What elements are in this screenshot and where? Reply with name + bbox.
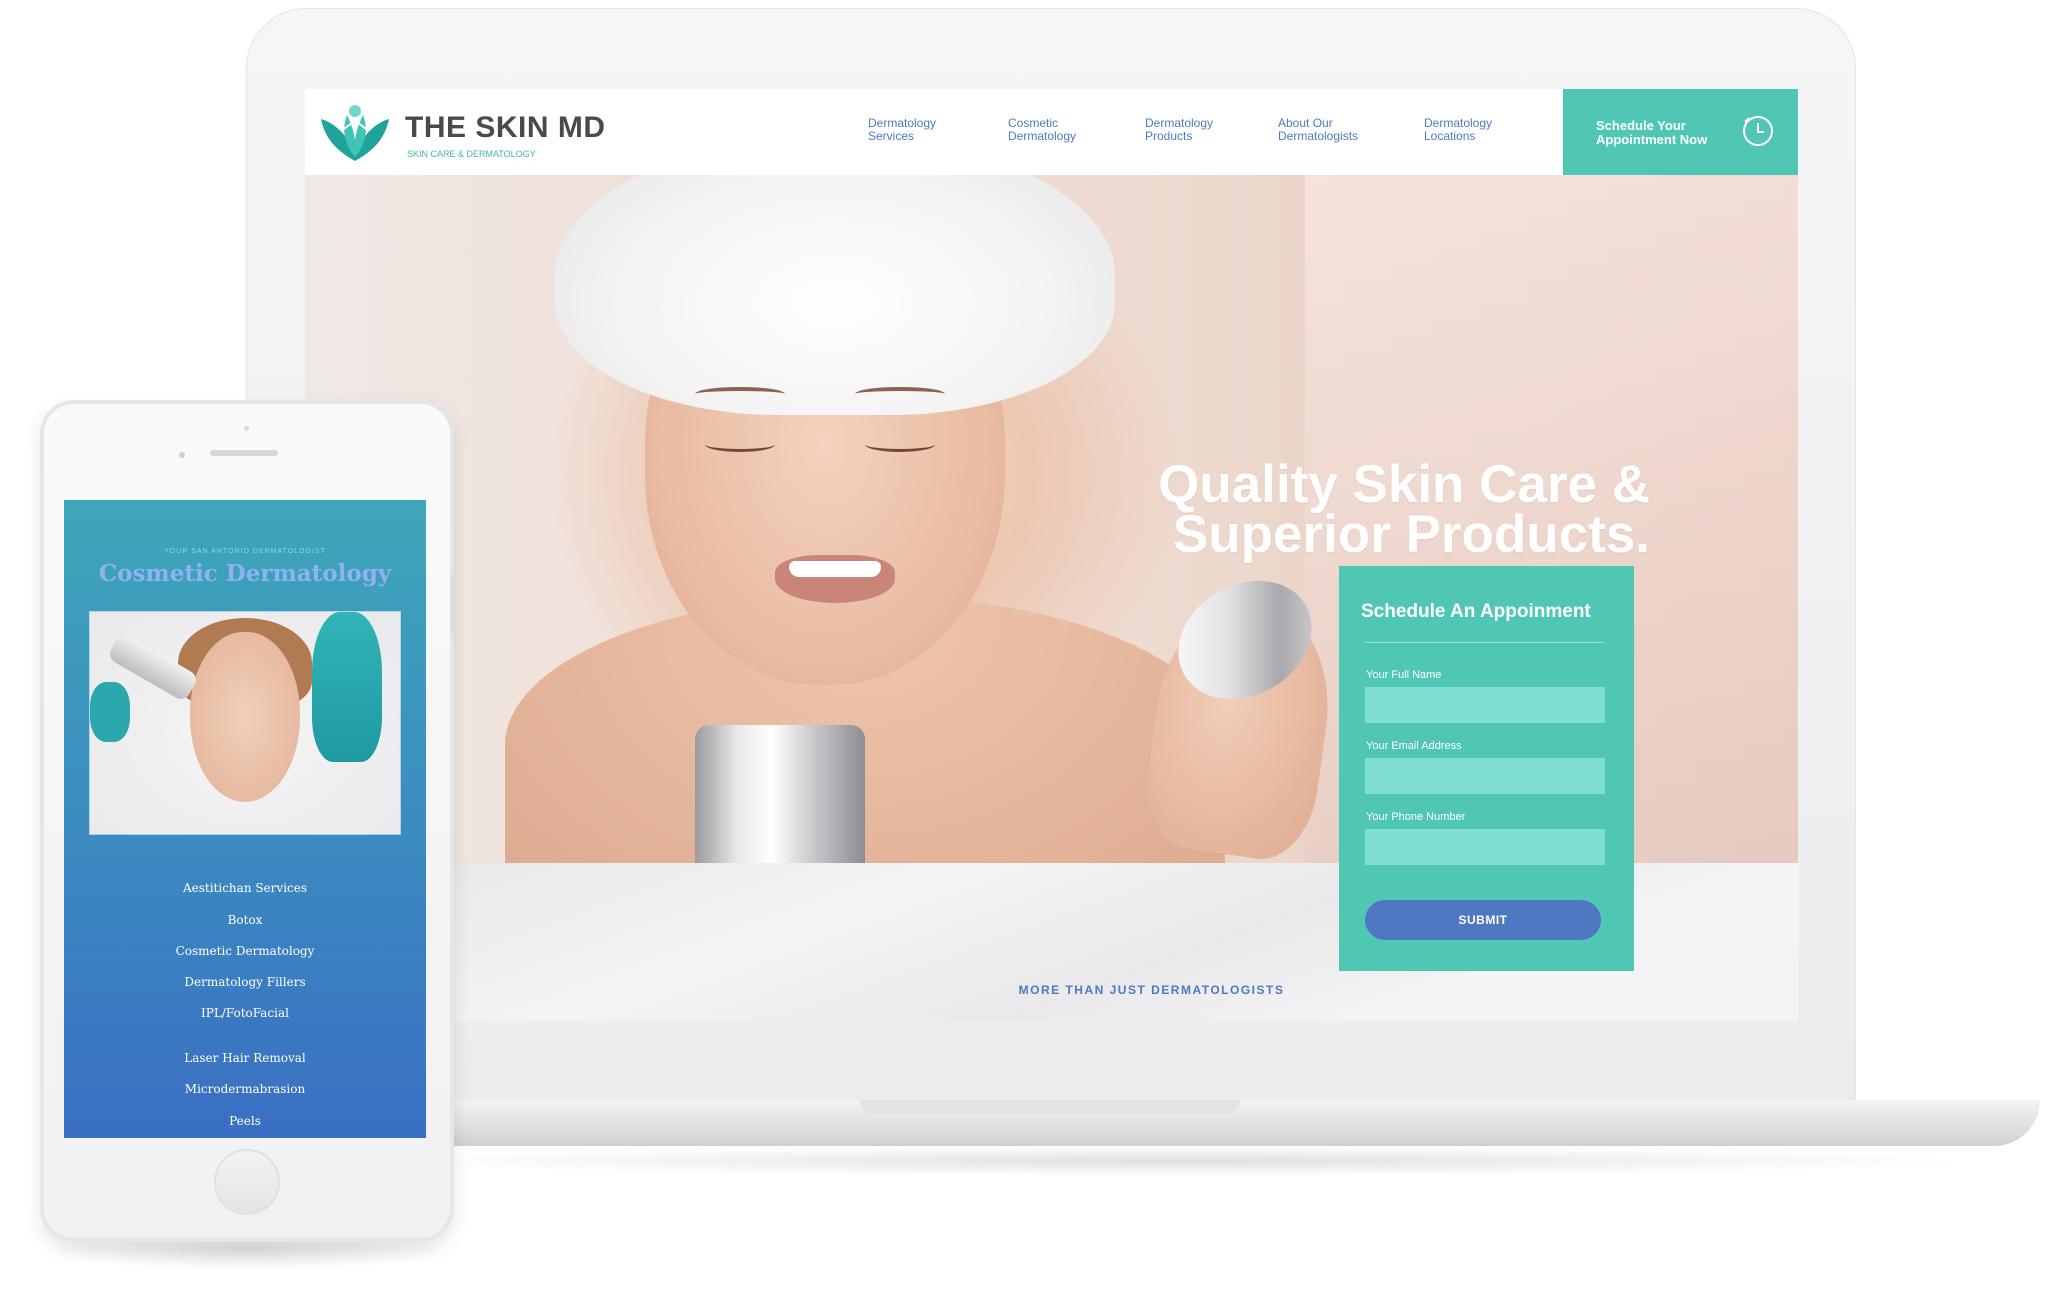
schedule-appointment-button[interactable]: Schedule Your Appointment Now — [1563, 89, 1798, 175]
nav-cosmetic-dermatology[interactable]: Cosmetic Dermatology — [1008, 117, 1118, 143]
logo-name: THE SKIN MD — [405, 111, 606, 144]
phone-label: Your Phone Number — [1366, 811, 1466, 823]
mobile-hero-photo — [90, 612, 400, 834]
section-tagline: MORE THAN JUST DERMATOLOGISTS — [1018, 983, 1285, 997]
appointment-form: Schedule An Appoinment Your Full Name Yo… — [1339, 566, 1634, 971]
phone-speaker — [210, 450, 278, 456]
phone-side-button — [450, 574, 454, 634]
mobile-eyebrow: YOUR SAN ANTONIO DERMATOLOGIST — [164, 548, 326, 555]
service-link[interactable]: Cosmetic Dermatology — [64, 944, 426, 958]
form-title: Schedule An Appoinment — [1361, 601, 1591, 622]
laptop-notch — [860, 1100, 1240, 1114]
model-towel — [555, 175, 1115, 415]
photo-face — [190, 632, 300, 802]
service-link[interactable]: Botox — [64, 913, 426, 927]
clock-icon — [1743, 116, 1773, 146]
full-name-label: Your Full Name — [1366, 669, 1442, 681]
email-field[interactable] — [1365, 758, 1605, 794]
phone-home-button[interactable] — [214, 1149, 280, 1215]
model-brow-left — [695, 387, 785, 401]
model-eye-right — [865, 437, 935, 452]
cream-jar — [695, 725, 865, 863]
model-teeth — [789, 561, 881, 577]
nav-dermatology-locations[interactable]: Dermatology Locations — [1424, 117, 1534, 143]
nav-about-dermatologists[interactable]: About Our Dermatologists — [1278, 117, 1388, 143]
phone-field[interactable] — [1365, 829, 1605, 865]
lotus-logo-icon — [321, 105, 389, 161]
email-label: Your Email Address — [1366, 740, 1462, 752]
phone-screen: YOUR SAN ANTONIO DERMATOLOGIST Cosmetic … — [64, 500, 426, 1138]
site-header: THE SKIN MD SKIN CARE & DERMATOLOGY Derm… — [305, 89, 1798, 175]
logo-tagline: SKIN CARE & DERMATOLOGY — [407, 149, 536, 159]
site-logo[interactable]: THE SKIN MD SKIN CARE & DERMATOLOGY — [317, 101, 605, 165]
photo-glove — [312, 612, 382, 762]
phone-camera — [179, 452, 185, 458]
service-link[interactable]: Peels — [64, 1114, 426, 1128]
nav-dermatology-products[interactable]: Dermatology Products — [1145, 117, 1255, 143]
full-name-field[interactable] — [1365, 687, 1605, 723]
laptop-shadow — [380, 1146, 1980, 1176]
phone-frame: YOUR SAN ANTONIO DERMATOLOGIST Cosmetic … — [40, 400, 454, 1242]
mobile-page-title: Cosmetic Dermatology — [98, 560, 392, 587]
hero-title: Quality Skin Care & Superior Products. — [1158, 455, 1650, 564]
laptop-screen: THE SKIN MD SKIN CARE & DERMATOLOGY Derm… — [305, 89, 1798, 1021]
service-link[interactable]: IPL/FotoFacial — [64, 1006, 426, 1020]
service-link[interactable]: Aestitichan Services — [64, 881, 426, 895]
phone-sensor — [244, 426, 249, 431]
service-link[interactable]: Microdermabrasion — [64, 1082, 426, 1096]
nav-dermatology-services[interactable]: Dermatology Services — [868, 117, 978, 143]
form-divider — [1365, 642, 1605, 643]
cta-label: Schedule Your Appointment Now — [1596, 118, 1708, 147]
service-link[interactable]: Dermatology Fillers — [64, 975, 426, 989]
model-brow-right — [855, 387, 945, 401]
photo-glove-left — [90, 682, 130, 742]
service-link[interactable]: Laser Hair Removal — [64, 1051, 426, 1065]
submit-button[interactable]: SUBMIT — [1365, 900, 1601, 940]
model-eye-left — [705, 437, 775, 452]
